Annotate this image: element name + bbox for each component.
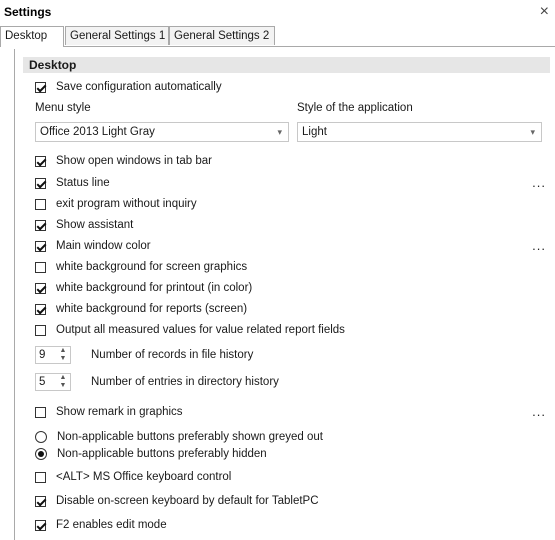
radio-greyed-out[interactable]	[35, 431, 47, 443]
option-row[interactable]: Show open windows in tab bar	[35, 153, 212, 169]
option-label: Show open windows in tab bar	[56, 155, 212, 167]
dir-history-value: 5	[39, 376, 46, 388]
show-remark-more-button[interactable]: ...	[532, 404, 546, 419]
main-window-color-more-button[interactable]: ...	[532, 238, 546, 253]
radio-row[interactable]: Non-applicable buttons preferably shown …	[35, 429, 323, 445]
show-remark-checkbox[interactable]	[35, 406, 46, 418]
option-label: exit program without inquiry	[56, 198, 197, 210]
menu-style-label: Menu style	[35, 102, 91, 114]
chevron-down-icon[interactable]: ▾	[530, 123, 535, 141]
spin-up-icon[interactable]: ▲	[58, 374, 68, 382]
option-checkbox[interactable]	[35, 198, 46, 210]
option-checkbox[interactable]	[35, 282, 46, 294]
spin-down-icon[interactable]: ▼	[58, 382, 68, 390]
option-label: <ALT> MS Office keyboard control	[56, 471, 232, 483]
option-row[interactable]: white background for reports (screen)	[35, 301, 247, 317]
menu-style-value: Office 2013 Light Gray	[40, 126, 155, 138]
tab-strip: Desktop General Settings 1 General Setti…	[0, 26, 555, 47]
spin-down-icon[interactable]: ▼	[58, 355, 68, 363]
option-label: white background for screen graphics	[56, 261, 248, 273]
option-label: Output all measured values for value rel…	[56, 324, 345, 336]
option-row[interactable]: white background for screen graphics	[35, 259, 247, 275]
tab-general-settings-1[interactable]: General Settings 1	[65, 26, 169, 45]
close-icon[interactable]: ×	[540, 2, 549, 22]
bottom-option-row[interactable]: F2 enables edit mode	[35, 517, 167, 533]
app-style-select[interactable]: Light ▾	[297, 122, 542, 142]
option-checkbox[interactable]	[35, 519, 46, 531]
radio-label: Non-applicable buttons preferably shown …	[57, 431, 323, 443]
chevron-down-icon[interactable]: ▾	[277, 123, 282, 141]
window-title: Settings	[4, 5, 52, 19]
radio-row[interactable]: Non-applicable buttons preferably hidden	[35, 446, 267, 462]
option-checkbox[interactable]	[35, 261, 46, 273]
option-checkbox[interactable]	[35, 155, 46, 167]
title-bar: Settings ×	[0, 0, 555, 26]
app-style-value: Light	[302, 126, 327, 138]
show-remark-row[interactable]: Show remark in graphics	[35, 404, 183, 420]
option-label: Show assistant	[56, 219, 134, 231]
option-row[interactable]: Output all measured values for value rel…	[35, 322, 345, 338]
option-row[interactable]: Show assistant	[35, 217, 133, 233]
settings-panel: Desktop Save configuration automatically…	[14, 49, 555, 540]
tab-desktop[interactable]: Desktop	[0, 26, 64, 47]
option-label: Disable on-screen keyboard by default fo…	[56, 495, 319, 507]
bottom-option-row[interactable]: Disable on-screen keyboard by default fo…	[35, 493, 319, 509]
option-label: white background for reports (screen)	[56, 303, 248, 315]
option-checkbox[interactable]	[35, 240, 46, 252]
option-label: white background for printout (in color)	[56, 282, 253, 294]
option-label: Status line	[56, 177, 110, 189]
menu-style-select[interactable]: Office 2013 Light Gray ▾	[35, 122, 289, 142]
option-row[interactable]: exit program without inquiry	[35, 196, 197, 212]
save-config-checkbox[interactable]	[35, 81, 46, 93]
file-history-stepper[interactable]: 9 ▲ ▼	[35, 346, 71, 364]
option-checkbox[interactable]	[35, 324, 46, 336]
app-style-label: Style of the application	[297, 102, 413, 114]
radio-label: Non-applicable buttons preferably hidden	[57, 448, 267, 460]
status-line-more-button[interactable]: ...	[532, 175, 546, 190]
option-row[interactable]: Main window color	[35, 238, 151, 254]
option-row[interactable]: white background for printout (in color)	[35, 280, 252, 296]
option-label: F2 enables edit mode	[56, 519, 167, 531]
option-checkbox[interactable]	[35, 303, 46, 315]
spin-up-icon[interactable]: ▲	[58, 347, 68, 355]
save-config-checkbox-row[interactable]: Save configuration automatically	[35, 79, 222, 95]
file-history-label: Number of records in file history	[91, 349, 254, 361]
bottom-option-row[interactable]: <ALT> MS Office keyboard control	[35, 469, 231, 485]
dir-history-row: 5 ▲ ▼ Number of entries in directory his…	[35, 373, 279, 391]
radio-hidden[interactable]	[35, 448, 47, 460]
option-checkbox[interactable]	[35, 495, 46, 507]
dir-history-stepper[interactable]: 5 ▲ ▼	[35, 373, 71, 391]
tab-general-settings-2[interactable]: General Settings 2	[169, 26, 275, 45]
option-label: Main window color	[56, 240, 151, 252]
section-header-desktop: Desktop	[23, 57, 550, 73]
save-config-label: Save configuration automatically	[56, 81, 222, 93]
option-checkbox[interactable]	[35, 219, 46, 231]
file-history-value: 9	[39, 349, 46, 361]
file-history-row: 9 ▲ ▼ Number of records in file history	[35, 346, 253, 364]
dir-history-label: Number of entries in directory history	[91, 376, 279, 388]
option-checkbox[interactable]	[35, 177, 46, 189]
option-checkbox[interactable]	[35, 471, 46, 483]
show-remark-label: Show remark in graphics	[56, 406, 183, 418]
option-row[interactable]: Status line	[35, 175, 110, 191]
